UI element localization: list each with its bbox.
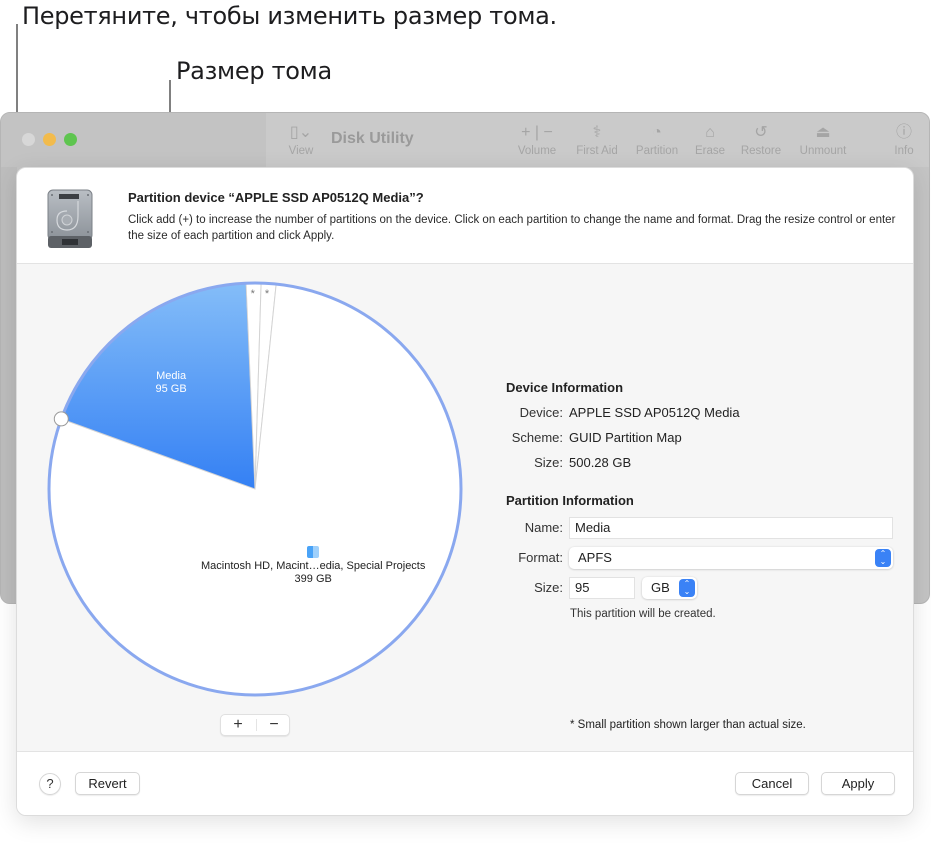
scheme-value: GUID Partition Map [569,430,682,445]
toolbar-erase-label: Erase [694,145,726,157]
window-title: Disk Utility [331,130,414,147]
dialog-footer: ? Revert Cancel Apply [17,751,913,815]
chevron-up-down-icon: ⌃ ⌄ [875,549,891,567]
pie-label-name: Media [156,370,187,382]
callout-volume-size: Размер тома [176,57,332,85]
add-partition-button[interactable]: + [221,715,255,735]
small-partition-footnote: * Small partition shown larger than actu… [570,719,806,731]
partition-size-field[interactable]: 95 [569,577,635,599]
pie-label-size: 399 GB [294,573,332,585]
toolbar-restore-button[interactable]: ↺ Restore [738,121,784,157]
callout-drag-hint: Перетяните, чтобы изменить размер тома. [22,2,557,30]
toolbar-volume-label: Volume [517,145,557,157]
device-size-value: 500.28 GB [569,455,632,470]
partition-info-heading: Partition Information [506,493,634,508]
help-button[interactable]: ? [39,773,61,795]
toolbar-first-aid-label: First Aid [576,145,618,157]
zoom-window-button[interactable] [64,133,77,146]
revert-button[interactable]: Revert [75,772,140,795]
scheme-label: Scheme: [511,430,563,445]
pie-label: Macintosh HD, Macint…edia, Special Proje… [201,546,425,586]
toolbar-erase-button[interactable]: ⌂ Erase [693,121,727,157]
toolbar-restore-label: Restore [740,145,782,157]
partition-size-label: Size: [534,580,563,595]
small-partition-marker: * [264,288,270,301]
toolbar-partition-label: Partition [635,145,679,157]
cancel-button[interactable]: Cancel [735,772,809,795]
plus-minus-icon: + | − [521,124,553,141]
pie-chart-icon: ◔ [652,124,662,141]
sidebar-toggle-icon: ▯⌄ [289,124,313,141]
partition-pie-chart[interactable] [17,168,487,708]
apply-button[interactable]: Apply [821,772,895,795]
toolbar-unmount-label: Unmount [799,145,847,157]
size-unit-popup[interactable]: GB ⌃ ⌄ [642,577,697,599]
partition-status-note: This partition will be created. [570,608,716,620]
format-popup[interactable]: APFS ⌃ ⌄ [569,547,893,569]
pie-label-size: 95 GB [155,383,187,395]
chevron-up-down-icon: ⌃ ⌄ [679,579,695,597]
device-info-heading: Device Information [506,380,624,395]
stethoscope-icon: ⚕ [592,124,602,141]
eject-icon: ⏏ [815,124,831,141]
toolbar-info-button[interactable]: ⓘ Info [891,121,917,157]
close-window-button[interactable] [22,133,35,146]
pie-label-selected: Media 95 GB [156,370,187,396]
remove-partition-button[interactable]: − [257,715,291,735]
small-partition-marker: * [250,288,255,300]
restore-arrow-icon: ↺ [754,124,768,141]
toolbar-view-button[interactable]: ▯⌄ View [286,121,316,157]
sidebar-edge [1,167,17,603]
device-size-label: Size: [534,455,563,470]
partition-name-field[interactable]: Media [569,517,893,539]
titlebar-left [1,113,266,167]
toolbar-info-label: Info [894,145,914,157]
toolbar-view-label: View [288,145,314,157]
device-label: Device: [519,405,563,420]
format-value: APFS [578,550,612,565]
resize-handle[interactable] [53,411,69,427]
partition-format-label: Format: [518,550,563,565]
info-icon: ⓘ [895,124,912,141]
partition-name-label: Name: [524,520,563,535]
toolbar-unmount-button[interactable]: ⏏ Unmount [796,121,850,157]
device-value: APPLE SSD AP0512Q Media [569,405,740,420]
toolbar-partition-button[interactable]: ◔ Partition [632,121,682,157]
partition-dialog: Partition device “APPLE SSD AP0512Q Medi… [16,167,914,816]
toolbar-volume-button[interactable]: + | − Volume [513,121,561,157]
minimize-window-button[interactable] [43,133,56,146]
toolbar-first-aid-button[interactable]: ⚕ First Aid [572,121,622,157]
add-remove-partition-control: + − [220,714,290,736]
size-unit-value: GB [651,580,670,595]
pie-label-name: Macintosh HD, Macint…edia, Special Proje… [201,560,426,572]
erase-disk-icon: ⌂ [705,124,715,141]
finder-icon [307,546,320,558]
